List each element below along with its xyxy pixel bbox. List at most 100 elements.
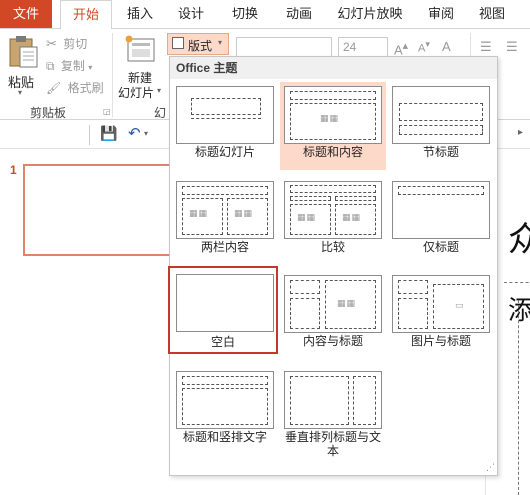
title-placeholder	[398, 280, 428, 294]
layout-label: 版式	[188, 39, 213, 53]
title-placeholder	[398, 186, 484, 195]
chevron-down-icon[interactable]: ▾	[144, 129, 148, 138]
layout-thumbnail: ▦▦	[284, 86, 382, 144]
picture-icon: ▭	[455, 300, 465, 310]
layout-title-and-vertical-text[interactable]: 标题和竖排文字	[172, 367, 278, 455]
slides-group-label: 幻	[154, 106, 167, 120]
tab-home[interactable]: 开始	[60, 0, 112, 29]
bullets-icon[interactable]: ☰	[480, 39, 492, 55]
title-placeholder	[182, 376, 268, 385]
title-placeholder	[182, 186, 268, 195]
layout-picture-with-caption[interactable]: ▭ 图片与标题	[388, 271, 494, 359]
tab-slideshow[interactable]: 幻灯片放映	[330, 0, 410, 28]
text-placeholder	[335, 196, 376, 201]
layout-icon	[172, 37, 184, 49]
copy-label: 复制	[60, 59, 85, 73]
ribbon-tab-bar: 文件 开始 插入 设计 切换 动画 幻灯片放映 审阅 视图	[0, 0, 530, 29]
clear-format-icon[interactable]: A	[442, 39, 451, 54]
layout-content-with-caption[interactable]: ▦▦ 内容与标题	[280, 271, 386, 359]
font-size-box[interactable]: 24	[338, 37, 388, 57]
chevron-down-icon: ▾	[157, 86, 162, 95]
slide-thumbnail-pane: 1	[0, 150, 173, 495]
canvas-partial-text-1: 众	[508, 220, 530, 260]
layout-thumbnail	[392, 181, 490, 239]
tab-design[interactable]: 设计	[168, 0, 214, 28]
vertical-text-placeholder	[290, 376, 349, 425]
layout-title-and-content[interactable]: ▦▦ 标题和内容	[280, 82, 386, 170]
layout-thumbnail: ▦▦ ▦▦	[284, 181, 382, 239]
layout-label: 图片与标题	[410, 334, 471, 348]
content-icons: ▦▦	[337, 298, 357, 308]
format-painter-button[interactable]: 🖌 格式刷	[46, 79, 104, 97]
layout-button[interactable]: 版式 ▾	[167, 33, 229, 55]
new-slide-label-line2: 幻灯片	[118, 86, 155, 100]
canvas-partial-text-2: 添	[508, 296, 530, 326]
title-placeholder	[290, 280, 320, 294]
ribbon-separator	[112, 33, 113, 117]
name-box[interactable]	[0, 125, 90, 145]
tab-insert[interactable]: 插入	[118, 0, 162, 28]
layout-blank[interactable]: 空白	[168, 266, 278, 354]
format-painter-label: 格式刷	[67, 81, 104, 95]
layout-thumbnail: ▦▦	[284, 275, 382, 333]
content-icons: ▦▦	[234, 208, 254, 218]
placeholder-border	[504, 282, 530, 283]
numbering-icon[interactable]: ☰	[506, 39, 518, 55]
vertical-title-placeholder	[353, 376, 376, 425]
slide-number: 1	[10, 163, 17, 177]
chevron-down-icon: ▾	[218, 38, 223, 47]
undo-icon[interactable]: ↶	[128, 124, 141, 142]
layout-section-header[interactable]: 节标题	[388, 82, 494, 170]
decrease-font-icon[interactable]: A▾	[418, 39, 430, 55]
copy-button[interactable]: ⧉ 复制 ▾	[46, 57, 92, 75]
cut-label: 剪切	[63, 37, 88, 51]
resize-grip-icon[interactable]: ⋰	[486, 462, 495, 473]
content-icons: ▦▦	[189, 208, 209, 218]
subtitle-placeholder	[191, 118, 261, 119]
tab-review[interactable]: 审阅	[418, 0, 464, 28]
tab-transitions[interactable]: 切换	[222, 0, 268, 28]
scroll-arrow-icon[interactable]: ▸	[518, 127, 523, 138]
layout-thumbnail	[176, 274, 274, 332]
layout-two-content[interactable]: ▦▦ ▦▦ 两栏内容	[172, 177, 278, 265]
scissors-icon: ✂	[46, 36, 57, 51]
layout-vertical-title-and-text[interactable]: 垂直排列标题与文本	[280, 367, 386, 467]
font-name-box[interactable]	[236, 37, 332, 57]
layout-label: 仅标题	[422, 240, 459, 254]
placeholder-border	[518, 300, 519, 495]
tab-animations[interactable]: 动画	[276, 0, 322, 28]
tab-view[interactable]: 视图	[470, 0, 514, 28]
save-icon[interactable]: 💾	[100, 125, 117, 142]
chevron-down-icon: ▾	[88, 63, 93, 72]
font-size-value: 24	[343, 40, 357, 54]
new-slide-button[interactable]: 新建 幻灯片 ▾	[116, 33, 166, 101]
layout-gallery-menu: Office 主题 标题幻灯片 ▦▦ 标题和内容 节标题 ▦▦ ▦▦ 两栏内容 …	[168, 56, 498, 476]
slide-thumbnail[interactable]	[23, 164, 173, 256]
clipboard-group-label: 剪贴板	[30, 106, 67, 120]
layout-title-slide[interactable]: 标题幻灯片	[172, 82, 278, 170]
layout-label: 内容与标题	[302, 334, 363, 348]
dialog-launcher-icon[interactable]: ◲	[103, 107, 111, 116]
text-placeholder	[399, 125, 483, 135]
text-placeholder	[398, 298, 428, 329]
increase-font-icon[interactable]: A▴	[394, 39, 408, 57]
copy-icon: ⧉	[46, 59, 55, 73]
layout-thumbnail: ▦▦ ▦▦	[176, 181, 274, 239]
layout-thumbnail	[284, 371, 382, 429]
tab-file[interactable]: 文件	[0, 0, 52, 28]
title-placeholder	[290, 185, 376, 193]
layout-label: 标题幻灯片	[194, 145, 255, 159]
layout-thumbnail: ▭	[392, 275, 490, 333]
layout-label: 两栏内容	[200, 240, 249, 254]
cut-button[interactable]: ✂ 剪切	[46, 35, 87, 53]
content-icons: ▦▦	[320, 113, 340, 123]
layout-comparison[interactable]: ▦▦ ▦▦ 比较	[280, 177, 386, 265]
vertical-text-placeholder	[182, 388, 268, 425]
layout-title-only[interactable]: 仅标题	[388, 177, 494, 265]
layout-thumbnail	[176, 86, 274, 144]
paste-button[interactable]: 粘贴 ▾	[4, 33, 42, 99]
layout-label: 垂直排列标题与文本	[284, 430, 381, 458]
layout-label: 标题和内容	[302, 145, 363, 159]
gallery-header: Office 主题	[170, 57, 497, 79]
text-placeholder	[290, 298, 320, 329]
